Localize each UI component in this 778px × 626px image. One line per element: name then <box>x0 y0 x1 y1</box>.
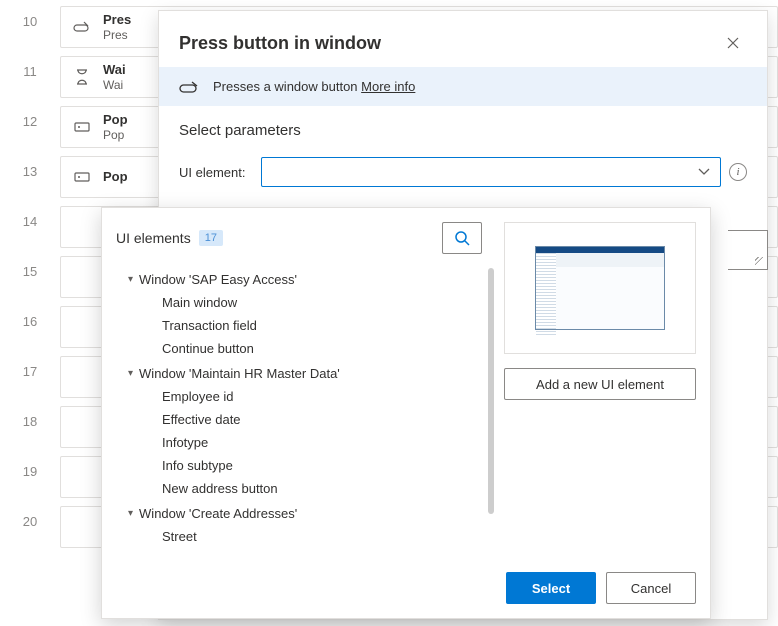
press-button-icon <box>179 80 201 94</box>
tree-item[interactable]: Infotype <box>116 431 482 454</box>
step-number: 14 <box>0 200 60 229</box>
hourglass-icon <box>73 68 91 86</box>
tree-group-label: Window 'SAP Easy Access' <box>139 272 297 287</box>
tree-group-header[interactable]: ▾ Window 'Maintain HR Master Data' <box>116 362 482 385</box>
ui-element-picker: UI elements 17 ▾ Window 'SAP Easy Access… <box>101 207 711 619</box>
tree-group-header[interactable]: ▾ Window 'SAP Easy Access' <box>116 268 482 291</box>
picker-title: UI elements 17 <box>116 230 223 246</box>
step-number: 15 <box>0 250 60 279</box>
add-ui-element-button[interactable]: Add a new UI element <box>504 368 696 400</box>
step-number: 19 <box>0 450 60 479</box>
tree-group-header[interactable]: ▾ Window 'Create Addresses' <box>116 502 482 525</box>
step-title: Pop <box>103 169 128 185</box>
step-title: Pop <box>103 112 128 128</box>
step-number: 20 <box>0 500 60 529</box>
tree-item[interactable]: Effective date <box>116 408 482 431</box>
dialog-info-bar: Presses a window button More info <box>159 67 767 106</box>
tree-item[interactable]: Main window <box>116 291 482 314</box>
tree-group-label: Window 'Maintain HR Master Data' <box>139 366 340 381</box>
preview-thumbnail <box>535 246 665 330</box>
step-number: 18 <box>0 400 60 429</box>
step-number: 17 <box>0 350 60 379</box>
dialog-title: Press button in window <box>179 33 381 54</box>
chevron-down-icon: ▾ <box>128 274 133 285</box>
element-preview <box>504 222 696 354</box>
resize-grip-icon <box>755 257 763 265</box>
background-button-edge <box>728 230 768 270</box>
close-icon <box>727 37 739 49</box>
step-subtitle: Wai <box>103 78 126 92</box>
element-count-badge: 17 <box>199 230 223 246</box>
more-info-link[interactable]: More info <box>361 79 415 94</box>
chevron-down-icon: ▾ <box>128 508 133 519</box>
step-number: 10 <box>0 0 60 29</box>
info-icon[interactable]: i <box>729 163 747 181</box>
tree-item[interactable]: Street <box>116 525 482 548</box>
step-title: Pres <box>103 12 131 28</box>
chevron-down-icon: ▾ <box>128 368 133 379</box>
step-number: 11 <box>0 50 60 79</box>
populate-icon <box>73 118 91 136</box>
tree-item[interactable]: New address button <box>116 477 482 500</box>
tree-item[interactable]: Transaction field <box>116 314 482 337</box>
section-title: Select parameters <box>179 122 747 139</box>
step-subtitle: Pres <box>103 28 131 42</box>
cancel-button[interactable]: Cancel <box>606 572 696 604</box>
ui-element-tree: ▾ Window 'SAP Easy Access' Main window T… <box>116 268 496 548</box>
step-number: 12 <box>0 100 60 129</box>
param-label: UI element: <box>179 165 253 180</box>
tree-item[interactable]: Info subtype <box>116 454 482 477</box>
populate-icon <box>73 168 91 186</box>
tree-item[interactable]: Employee id <box>116 385 482 408</box>
chevron-down-icon <box>698 168 710 176</box>
step-number: 16 <box>0 300 60 329</box>
scrollbar[interactable] <box>488 268 494 514</box>
press-button-icon <box>73 18 91 36</box>
close-button[interactable] <box>719 29 747 57</box>
select-button[interactable]: Select <box>506 572 596 604</box>
tree-item[interactable]: Continue button <box>116 337 482 360</box>
search-icon <box>454 230 470 246</box>
tree-group-label: Window 'Create Addresses' <box>139 506 297 521</box>
search-button[interactable] <box>442 222 482 254</box>
picker-title-text: UI elements <box>116 230 191 246</box>
step-number: 13 <box>0 150 60 179</box>
ui-element-select[interactable] <box>261 157 721 187</box>
step-title: Wai <box>103 62 126 78</box>
info-text: Presses a window button <box>213 79 358 94</box>
step-subtitle: Pop <box>103 128 128 142</box>
